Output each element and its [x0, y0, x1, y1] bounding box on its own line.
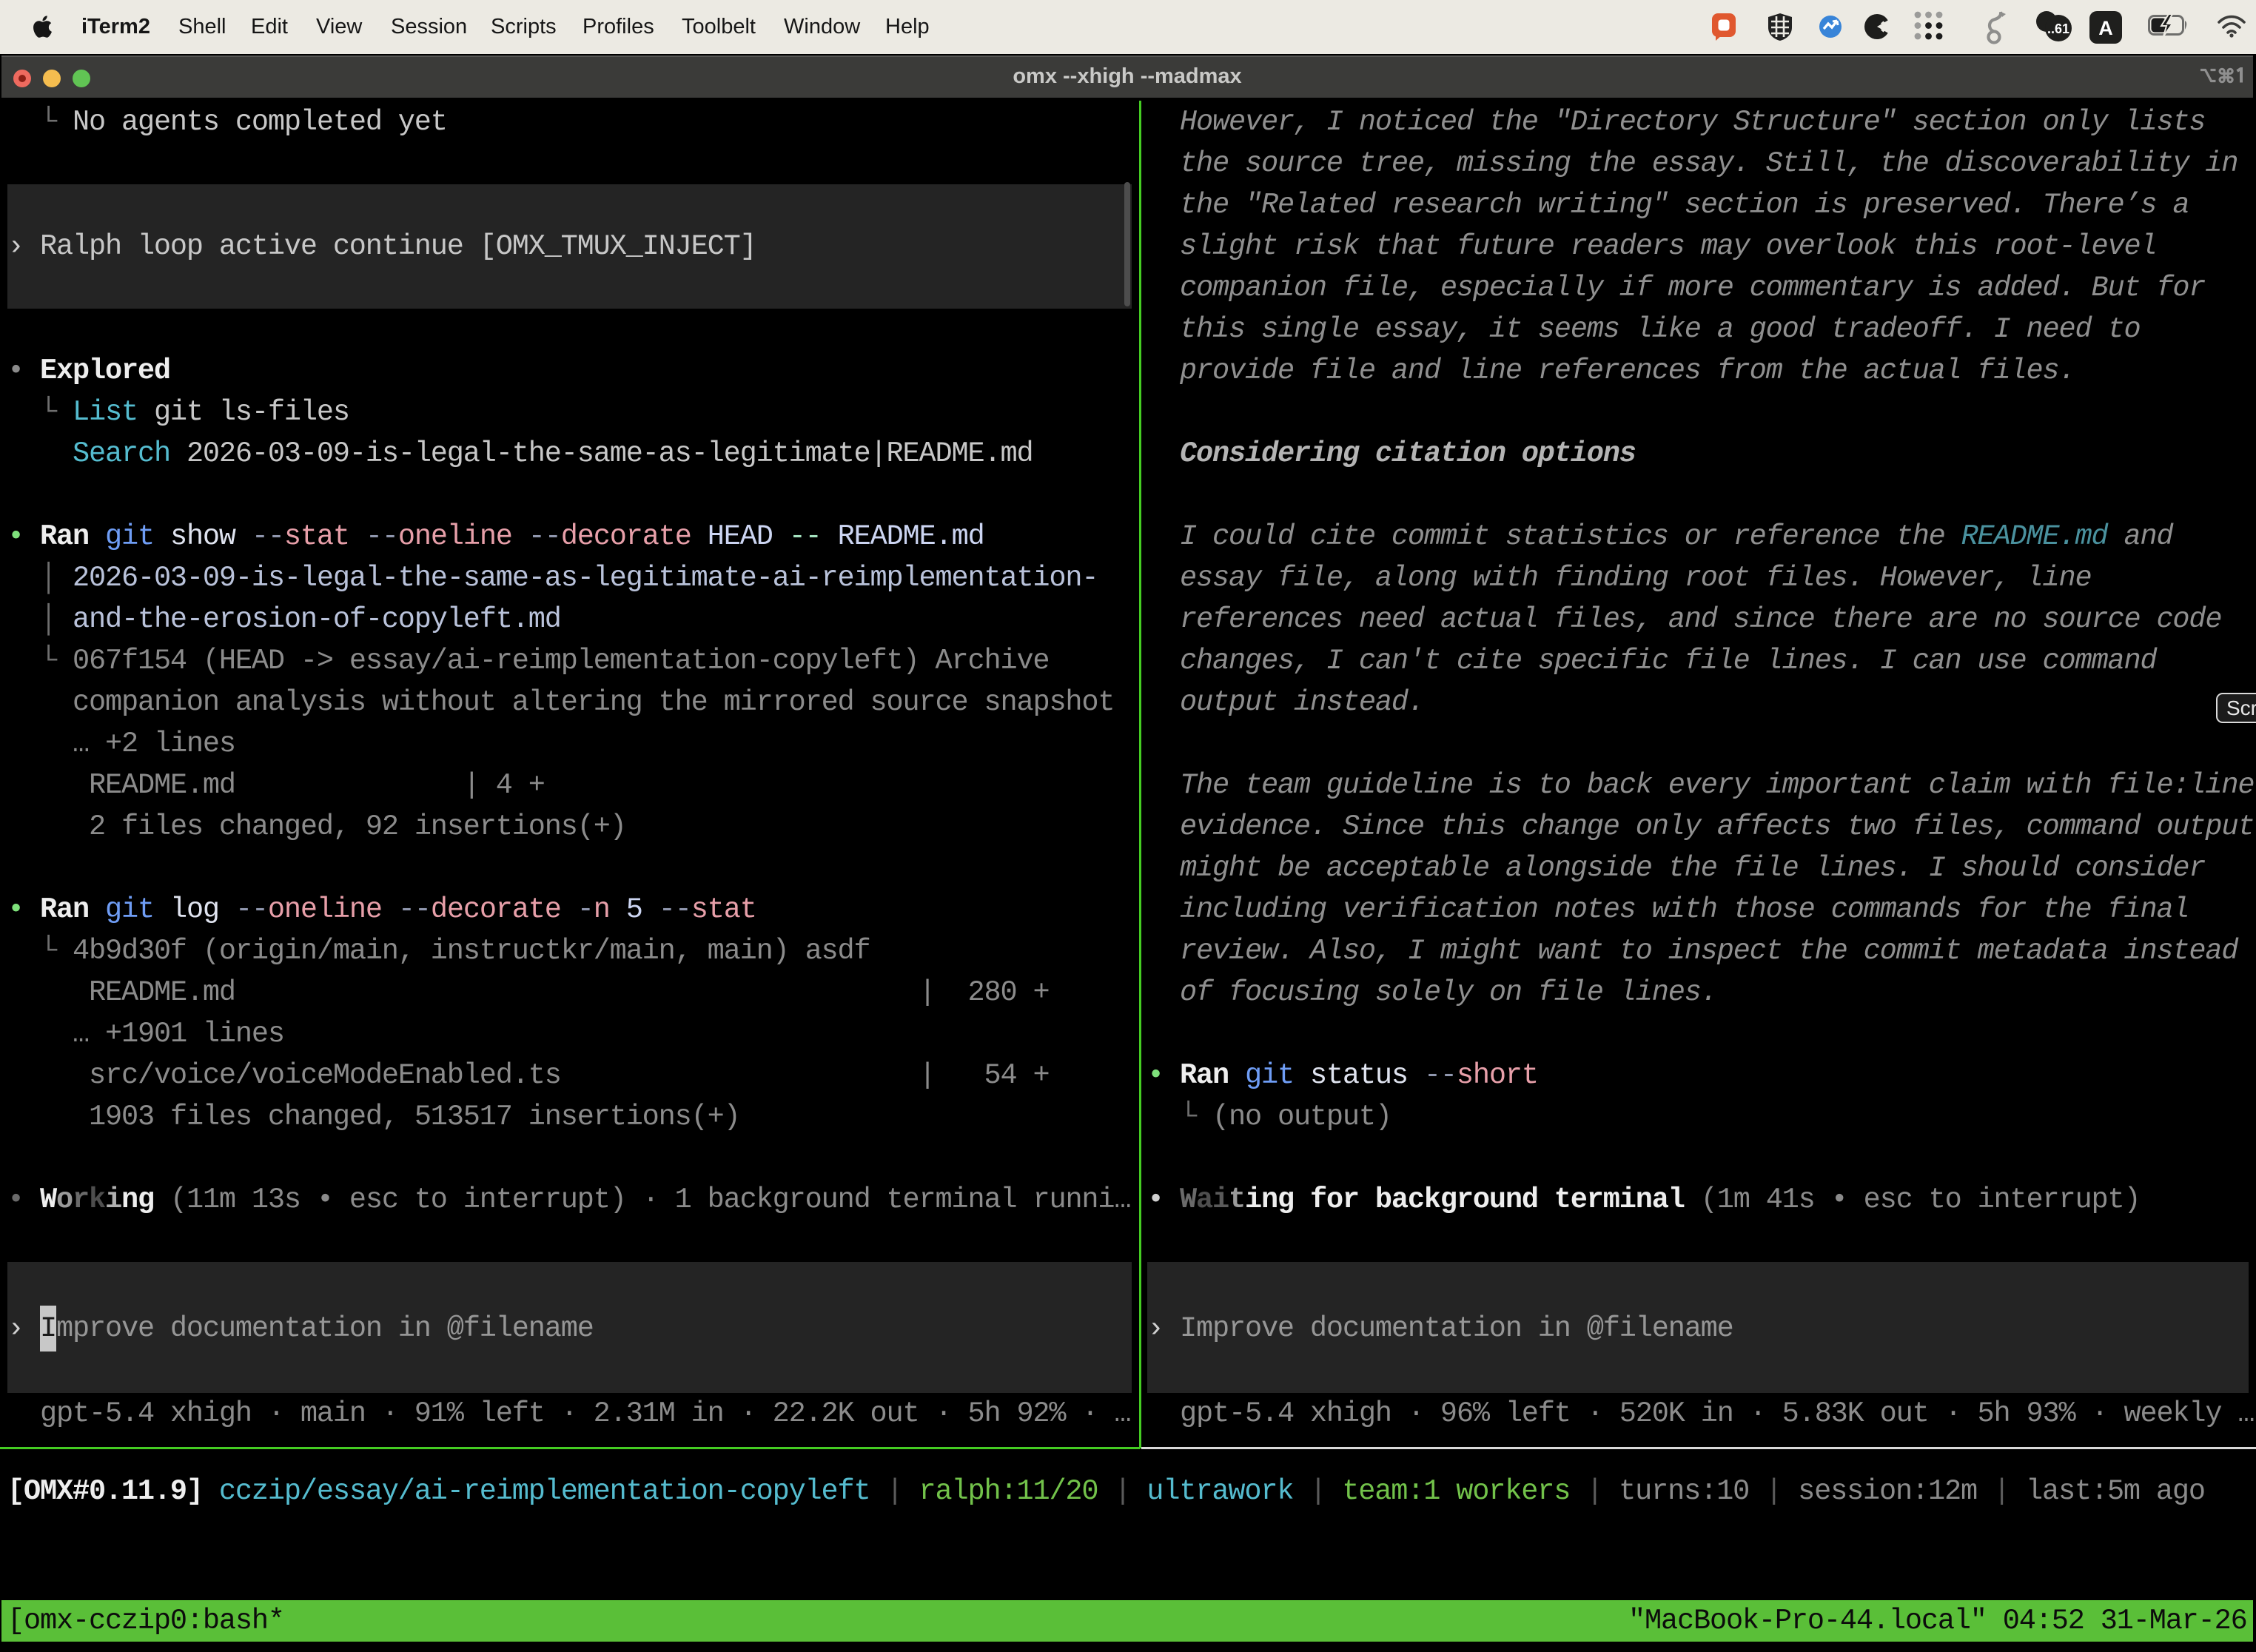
svg-text:..61: ..61	[2047, 21, 2069, 36]
svg-text:A: A	[2098, 17, 2113, 39]
